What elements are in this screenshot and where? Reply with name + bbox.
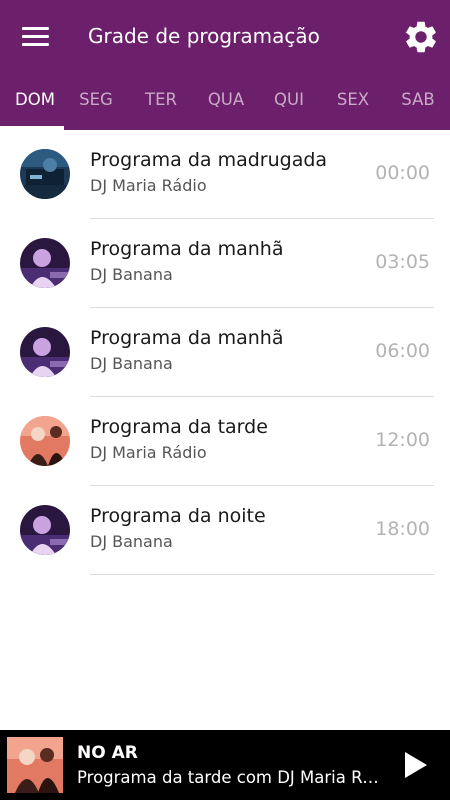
day-tabs: DOM SEG TER QUA QUI SEX SAB — [0, 78, 450, 130]
tab-seg[interactable]: SEG — [64, 78, 128, 130]
toolbar: Grade de programação — [0, 0, 450, 72]
page-title: Grade de programação — [88, 24, 320, 48]
program-time: 12:00 — [375, 429, 430, 451]
play-button[interactable] — [396, 746, 434, 784]
program-title: Programa da manhã — [90, 238, 284, 260]
avatar — [20, 238, 70, 288]
settings-button[interactable] — [402, 18, 440, 56]
tab-qui[interactable]: QUI — [257, 78, 321, 130]
list-item[interactable]: Programa da noite DJ Banana 18:00 — [0, 486, 450, 575]
program-host: DJ Maria Rádio — [90, 443, 207, 462]
tab-dom[interactable]: DOM — [3, 78, 67, 130]
program-title: Programa da manhã — [90, 327, 284, 349]
app-bar: Grade de programação DOM SEG TER QUA QUI… — [0, 0, 450, 130]
avatar — [20, 149, 70, 199]
list-item[interactable]: Programa da manhã DJ Banana 06:00 — [0, 308, 450, 397]
now-playing-bar[interactable]: NO AR Programa da tarde com DJ Maria Rád… — [0, 730, 450, 800]
now-playing-title: Programa da tarde com DJ Maria Rádio — [77, 768, 382, 787]
program-host: DJ Banana — [90, 265, 173, 284]
program-time: 06:00 — [375, 340, 430, 362]
tab-qua[interactable]: QUA — [194, 78, 258, 130]
schedule-list: Programa da madrugada DJ Maria Rádio 00:… — [0, 130, 450, 575]
now-playing-thumbnail — [7, 737, 63, 793]
tab-sex[interactable]: SEX — [321, 78, 385, 130]
program-title: Programa da tarde — [90, 416, 268, 438]
on-air-label: NO AR — [77, 743, 138, 763]
program-title: Programa da noite — [90, 505, 266, 527]
avatar — [20, 327, 70, 377]
program-host: DJ Banana — [90, 354, 173, 373]
tab-sab[interactable]: SAB — [386, 78, 450, 130]
list-item[interactable]: Programa da madrugada DJ Maria Rádio 00:… — [0, 130, 450, 219]
program-host: DJ Banana — [90, 532, 173, 551]
avatar — [20, 505, 70, 555]
program-host: DJ Maria Rádio — [90, 176, 207, 195]
avatar — [20, 416, 70, 466]
program-time: 03:05 — [375, 251, 430, 273]
play-icon — [405, 752, 427, 778]
list-item[interactable]: Programa da tarde DJ Maria Rádio 12:00 — [0, 397, 450, 486]
divider — [90, 574, 434, 575]
program-title: Programa da madrugada — [90, 149, 328, 171]
list-item[interactable]: Programa da manhã DJ Banana 03:05 — [0, 219, 450, 308]
program-time: 18:00 — [375, 518, 430, 540]
program-time: 00:00 — [375, 162, 430, 184]
hamburger-menu-icon — [21, 26, 49, 46]
tab-ter[interactable]: TER — [129, 78, 193, 130]
menu-button[interactable] — [14, 18, 56, 54]
gear-icon — [405, 21, 436, 53]
